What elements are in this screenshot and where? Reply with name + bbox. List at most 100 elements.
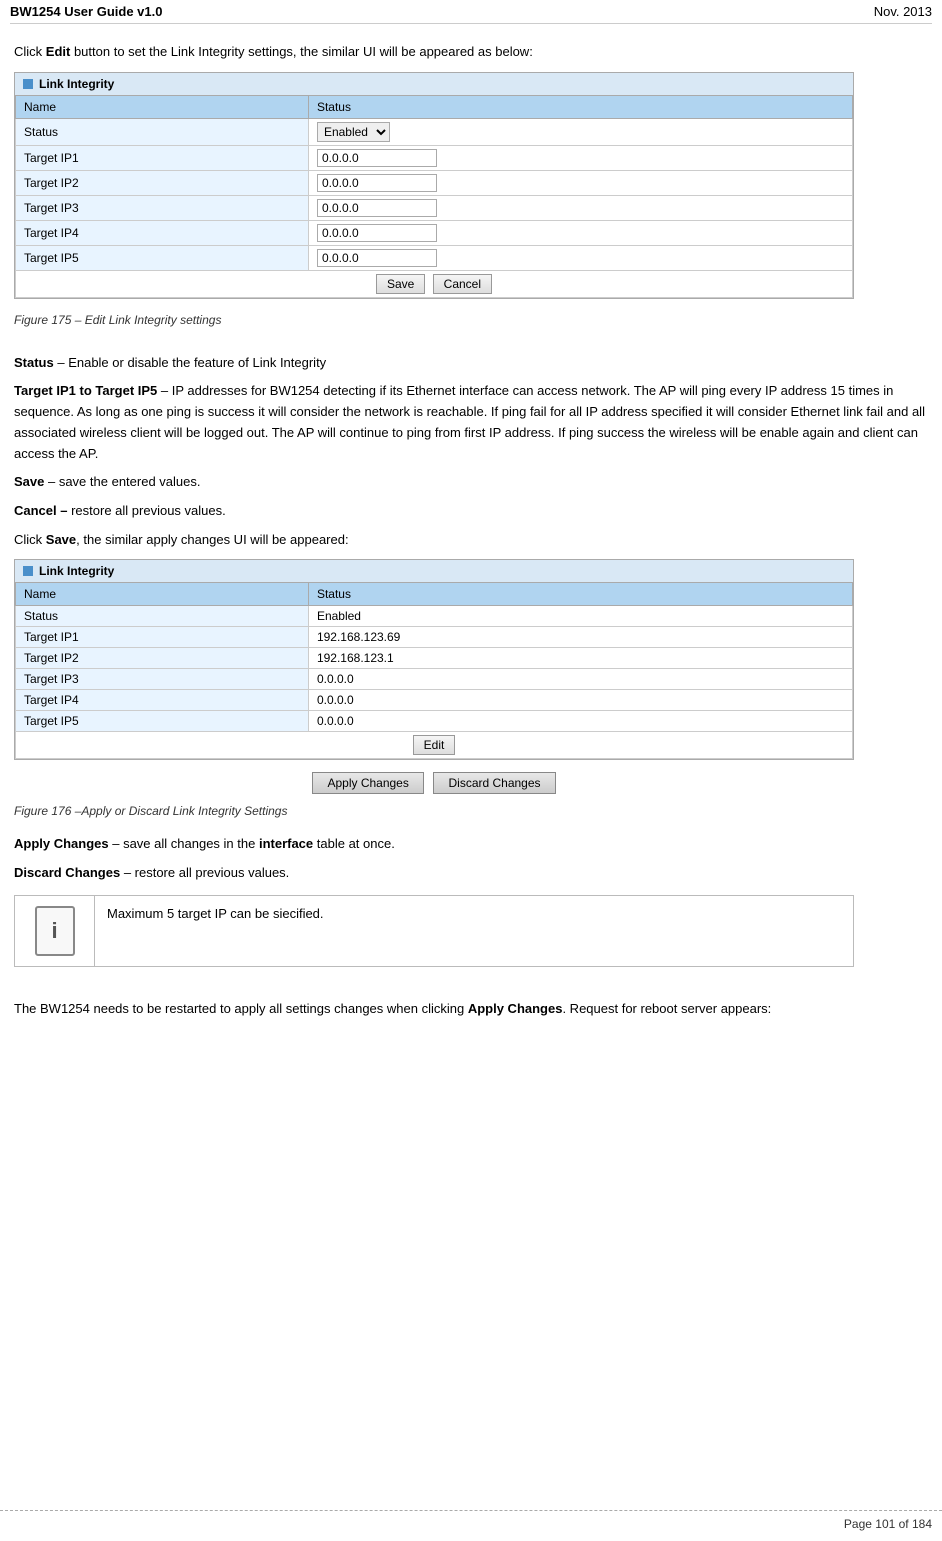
table2-header-row: Name Status [16, 582, 853, 605]
figure2-caption: Figure 176 –Apply or Discard Link Integr… [14, 802, 928, 820]
edit-button[interactable]: Edit [413, 735, 456, 755]
row-val-ip2 [308, 170, 852, 195]
row-name-ip3: Target IP3 [16, 195, 309, 220]
discard-text: – restore all previous values. [120, 865, 289, 880]
table1-col-name-header: Name [16, 95, 309, 118]
apply-bold: interface [259, 836, 313, 851]
table-row: Target IP1 [16, 145, 853, 170]
table1-buttons: Save Cancel [16, 270, 853, 297]
final-pre: The BW1254 needs to be restarted to appl… [14, 1001, 468, 1016]
cancel-text: restore all previous values. [67, 503, 225, 518]
click-save-post: , the similar apply changes UI will be a… [76, 532, 348, 547]
table2-btn-row: Edit [16, 731, 853, 758]
status-description: Status – Enable or disable the feature o… [14, 353, 928, 374]
t2-row-name-ip2: Target IP2 [16, 647, 309, 668]
t2-row-val-status: Enabled [308, 605, 852, 626]
click-save-instruction: Click Save, the similar apply changes UI… [14, 530, 928, 551]
footer-divider [0, 1510, 942, 1511]
row-name-status: Status [16, 118, 309, 145]
table2-col-status-header: Status [308, 582, 852, 605]
table-row: Target IP3 0.0.0.0 [16, 668, 853, 689]
doc-title: BW1254 User Guide v1.0 [10, 4, 162, 19]
box-title-1: Link Integrity [39, 77, 114, 91]
row-val-status: Enabled Disabled [308, 118, 852, 145]
table-row: Target IP4 [16, 220, 853, 245]
intro-pre: Click [14, 44, 46, 59]
status-label: Status [14, 355, 54, 370]
box-header-2: Link Integrity [15, 560, 853, 582]
save-label: Save [14, 474, 44, 489]
t2-row-val-ip5: 0.0.0.0 [308, 710, 852, 731]
status-text: – Enable or disable the feature of Link … [54, 355, 326, 370]
box-icon-1 [23, 79, 33, 89]
final-bold: Apply Changes [468, 1001, 563, 1016]
table1-btn-row: Save Cancel [16, 270, 853, 297]
intro-post: button to set the Link Integrity setting… [70, 44, 532, 59]
table1-col-status-header: Status [308, 95, 852, 118]
t2-row-name-status: Status [16, 605, 309, 626]
note-box: i Maximum 5 target IP can be siecified. [14, 895, 854, 967]
target-ip2-input[interactable] [317, 174, 437, 192]
doc-date: Nov. 2013 [874, 4, 932, 19]
main-content: Click Edit button to set the Link Integr… [10, 34, 932, 1036]
target-ip4-input[interactable] [317, 224, 437, 242]
target-ip-description: Target IP1 to Target IP5 – IP addresses … [14, 381, 928, 464]
apply-description: Apply Changes – save all changes in the … [14, 834, 928, 855]
box-title-2: Link Integrity [39, 564, 114, 578]
row-val-ip3 [308, 195, 852, 220]
row-name-ip1: Target IP1 [16, 145, 309, 170]
save-text: – save the entered values. [44, 474, 200, 489]
apply-changes-button[interactable]: Apply Changes [312, 772, 423, 794]
figure1-caption: Figure 175 – Edit Link Integrity setting… [14, 311, 928, 329]
target-ip-label: Target IP1 to Target IP5 [14, 383, 157, 398]
final-post: . Request for reboot server appears: [562, 1001, 771, 1016]
click-save-bold: Save [46, 532, 76, 547]
table-row: Target IP4 0.0.0.0 [16, 689, 853, 710]
target-ip3-input[interactable] [317, 199, 437, 217]
apply-discard-row: Apply Changes Discard Changes [14, 772, 854, 794]
discard-description: Discard Changes – restore all previous v… [14, 863, 928, 884]
table1-header-row: Name Status [16, 95, 853, 118]
box-header-1: Link Integrity [15, 73, 853, 95]
table-row: Target IP2 [16, 170, 853, 195]
apply-pre: – save all changes in the [109, 836, 259, 851]
t2-row-val-ip2: 192.168.123.1 [308, 647, 852, 668]
page-number: Page 101 of 184 [844, 1517, 932, 1531]
table-row: Target IP3 [16, 195, 853, 220]
row-val-ip4 [308, 220, 852, 245]
t2-row-name-ip5: Target IP5 [16, 710, 309, 731]
table2-col-name-header: Name [16, 582, 309, 605]
row-val-ip5 [308, 245, 852, 270]
link-integrity-table-1: Name Status Status Enabled Disabled Targ… [15, 95, 853, 298]
table-row: Status Enabled [16, 605, 853, 626]
row-name-ip4: Target IP4 [16, 220, 309, 245]
cancel-description: Cancel – restore all previous values. [14, 501, 928, 522]
target-ip1-input[interactable] [317, 149, 437, 167]
t2-row-name-ip1: Target IP1 [16, 626, 309, 647]
cancel-label: Cancel – [14, 503, 67, 518]
t2-row-val-ip3: 0.0.0.0 [308, 668, 852, 689]
t2-row-name-ip4: Target IP4 [16, 689, 309, 710]
row-name-ip2: Target IP2 [16, 170, 309, 195]
click-save-pre: Click [14, 532, 46, 547]
row-val-ip1 [308, 145, 852, 170]
save-description: Save – save the entered values. [14, 472, 928, 493]
table2-edit-btn-cell: Edit [16, 731, 853, 758]
table-row: Status Enabled Disabled [16, 118, 853, 145]
box-icon-2 [23, 566, 33, 576]
target-ip5-input[interactable] [317, 249, 437, 267]
apply-post: table at once. [313, 836, 395, 851]
discard-changes-button[interactable]: Discard Changes [433, 772, 555, 794]
info-icon: i [35, 906, 75, 956]
note-text: Maximum 5 target IP can be siecified. [95, 896, 853, 966]
link-integrity-box-1: Link Integrity Name Status Status Enable… [14, 72, 854, 299]
discard-label: Discard Changes [14, 865, 120, 880]
page-header: BW1254 User Guide v1.0 Nov. 2013 [10, 0, 932, 24]
apply-label: Apply Changes [14, 836, 109, 851]
intro-bold: Edit [46, 44, 71, 59]
save-button[interactable]: Save [376, 274, 425, 294]
status-select[interactable]: Enabled Disabled [317, 122, 390, 142]
cancel-button[interactable]: Cancel [433, 274, 492, 294]
link-integrity-table-2: Name Status Status Enabled Target IP1 19… [15, 582, 853, 759]
table-row: Target IP1 192.168.123.69 [16, 626, 853, 647]
